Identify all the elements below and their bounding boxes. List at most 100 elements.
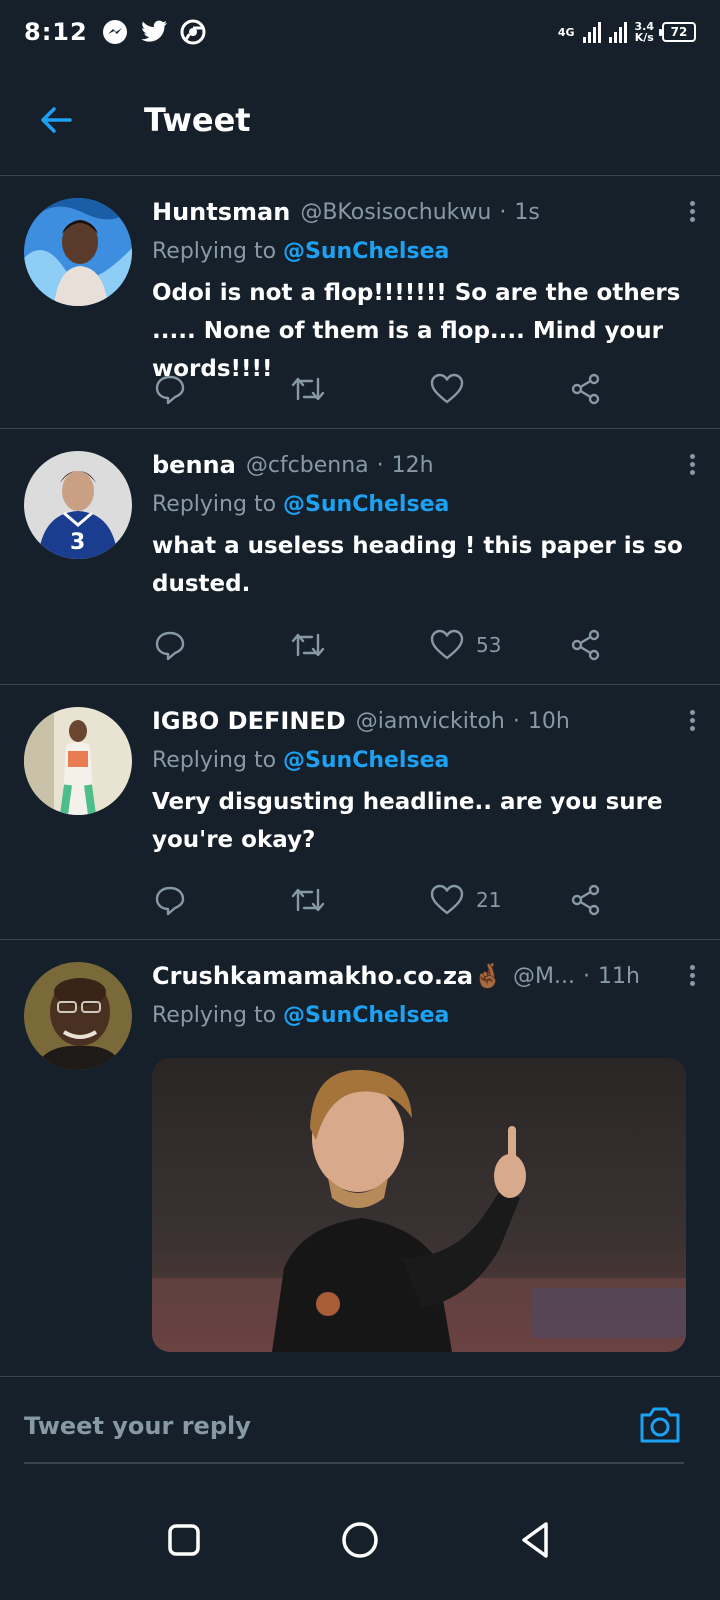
recent-apps-button[interactable] [160, 1516, 208, 1564]
separator-dot: · [582, 963, 590, 989]
tweet-time: 10h [527, 708, 570, 734]
replying-prefix: Replying to [152, 1003, 277, 1028]
arrow-left-icon [41, 106, 72, 133]
network-type: 4G [557, 25, 575, 39]
replying-prefix: Replying to [152, 239, 277, 264]
avatar[interactable] [24, 962, 132, 1070]
replying-to: Replying to @SunChelsea [152, 485, 700, 525]
status-right: 4G 3.4 K/s 72 [558, 21, 696, 43]
avatar[interactable]: 3 [24, 451, 132, 559]
square-icon [168, 1524, 200, 1556]
replying-to-link[interactable]: @SunChelsea [283, 748, 449, 773]
share-icon [571, 884, 600, 916]
reply-button[interactable] [154, 373, 186, 405]
speed-unit: K/s [634, 31, 654, 44]
signal-icon-2 [608, 21, 627, 43]
heart-icon [430, 884, 464, 915]
triangle-back-icon [522, 1522, 548, 1558]
retweet-button[interactable] [290, 373, 326, 405]
tweet-text: Very disgusting headline.. are you sure … [152, 789, 663, 853]
tweet-text: what a useless heading ! this paper is s… [152, 533, 683, 597]
circle-icon [342, 1522, 378, 1558]
battery-level: 72 [670, 25, 688, 39]
tweet-body: IGBO DEFINED @iamvickitoh · 10h Replying… [152, 701, 700, 859]
replying-to-link[interactable]: @SunChelsea [283, 492, 449, 517]
tweet-header: IGBO DEFINED @iamvickitoh · 10h [152, 701, 700, 741]
retweet-icon [291, 888, 325, 912]
reply-button[interactable] [154, 884, 186, 916]
replying-to-link[interactable]: @SunChelsea [283, 1003, 449, 1028]
user-name[interactable]: Huntsman [152, 198, 290, 226]
tweet-actions [152, 369, 652, 409]
heart-icon [430, 629, 464, 660]
reply-input[interactable] [24, 1401, 584, 1451]
share-button[interactable] [570, 373, 602, 405]
replying-to: Replying to @SunChelsea [152, 741, 700, 781]
retweet-icon [291, 633, 325, 657]
user-handle[interactable]: @cfcbenna [246, 453, 369, 478]
reply-button[interactable] [154, 629, 186, 661]
tweet-time: 12h [391, 452, 434, 478]
replying-prefix: Replying to [152, 748, 277, 773]
user-handle[interactable]: @BKosisochukwu [300, 200, 491, 225]
messenger-icon [102, 20, 127, 44]
notification-icons [102, 19, 206, 45]
camera-button[interactable] [638, 1405, 682, 1449]
status-bar: 8:12 4G 3.4 K/s 72 [0, 0, 720, 64]
tweet-body: Huntsman @BKosisochukwu · 1s Replying to… [152, 192, 700, 388]
app-header: Tweet [0, 64, 720, 176]
reply-composer [0, 1376, 720, 1474]
status-time: 8:12 [24, 18, 88, 46]
page-title: Tweet [144, 100, 251, 139]
separator-dot: · [512, 708, 520, 734]
tweet-header: Huntsman @BKosisochukwu · 1s [152, 192, 700, 232]
like-button[interactable]: 21 [430, 884, 501, 916]
replying-to: Replying to @SunChelsea [152, 232, 700, 272]
share-button[interactable] [570, 629, 602, 661]
retweet-button[interactable] [290, 629, 326, 661]
tweet-time: 1s [514, 199, 540, 225]
tweet-header: benna @cfcbenna · 12h [152, 445, 700, 485]
retweet-icon [291, 377, 325, 401]
share-button[interactable] [570, 884, 602, 916]
user-name[interactable]: Crushkamamakho.co.za🤞🏾 [152, 962, 503, 990]
tweet-item[interactable]: 3 benna @cfcbenna · 12h Replying to @Sun… [0, 429, 720, 685]
heart-icon [430, 373, 464, 404]
user-name[interactable]: IGBO DEFINED [152, 707, 346, 735]
separator-dot: · [499, 199, 507, 225]
home-button[interactable] [336, 1516, 384, 1564]
tweet-body: Crushkamamakho.co.za🤞🏾 @M... · 11h Reply… [152, 956, 700, 1036]
user-handle[interactable]: @iamvickitoh [356, 709, 505, 734]
chrome-icon [180, 19, 206, 45]
user-name[interactable]: benna [152, 451, 236, 479]
svg-text:3: 3 [70, 530, 85, 555]
tweet-time: 11h [597, 963, 640, 989]
twitter-bird-icon [141, 20, 167, 42]
like-button[interactable] [430, 373, 476, 405]
tweet-actions: 53 [152, 625, 652, 665]
tweet-media-image[interactable] [152, 1058, 686, 1352]
back-nav-button[interactable] [512, 1516, 560, 1564]
network-speed: 3.4 K/s [635, 21, 655, 43]
avatar[interactable] [24, 198, 132, 306]
tweet-item[interactable]: IGBO DEFINED @iamvickitoh · 10h Replying… [0, 685, 720, 940]
share-icon [571, 629, 600, 661]
replying-prefix: Replying to [152, 492, 277, 517]
battery-icon: 72 [659, 22, 696, 42]
tweet-body: benna @cfcbenna · 12h Replying to @SunCh… [152, 445, 700, 603]
retweet-button[interactable] [290, 884, 326, 916]
separator-dot: · [376, 452, 384, 478]
replying-to-link[interactable]: @SunChelsea [283, 239, 449, 264]
signal-icon [582, 21, 601, 43]
tweet-header: Crushkamamakho.co.za🤞🏾 @M... · 11h [152, 956, 700, 996]
like-count: 21 [476, 888, 502, 912]
back-button[interactable] [26, 90, 86, 150]
share-icon [571, 373, 600, 405]
user-handle[interactable]: @M... [513, 964, 575, 989]
tweet-item[interactable]: Huntsman @BKosisochukwu · 1s Replying to… [0, 176, 720, 429]
reply-bubble-icon [155, 375, 185, 405]
camera-icon [640, 1407, 680, 1443]
reply-bubble-icon [155, 886, 185, 916]
like-button[interactable]: 53 [430, 629, 501, 661]
avatar[interactable] [24, 707, 132, 815]
